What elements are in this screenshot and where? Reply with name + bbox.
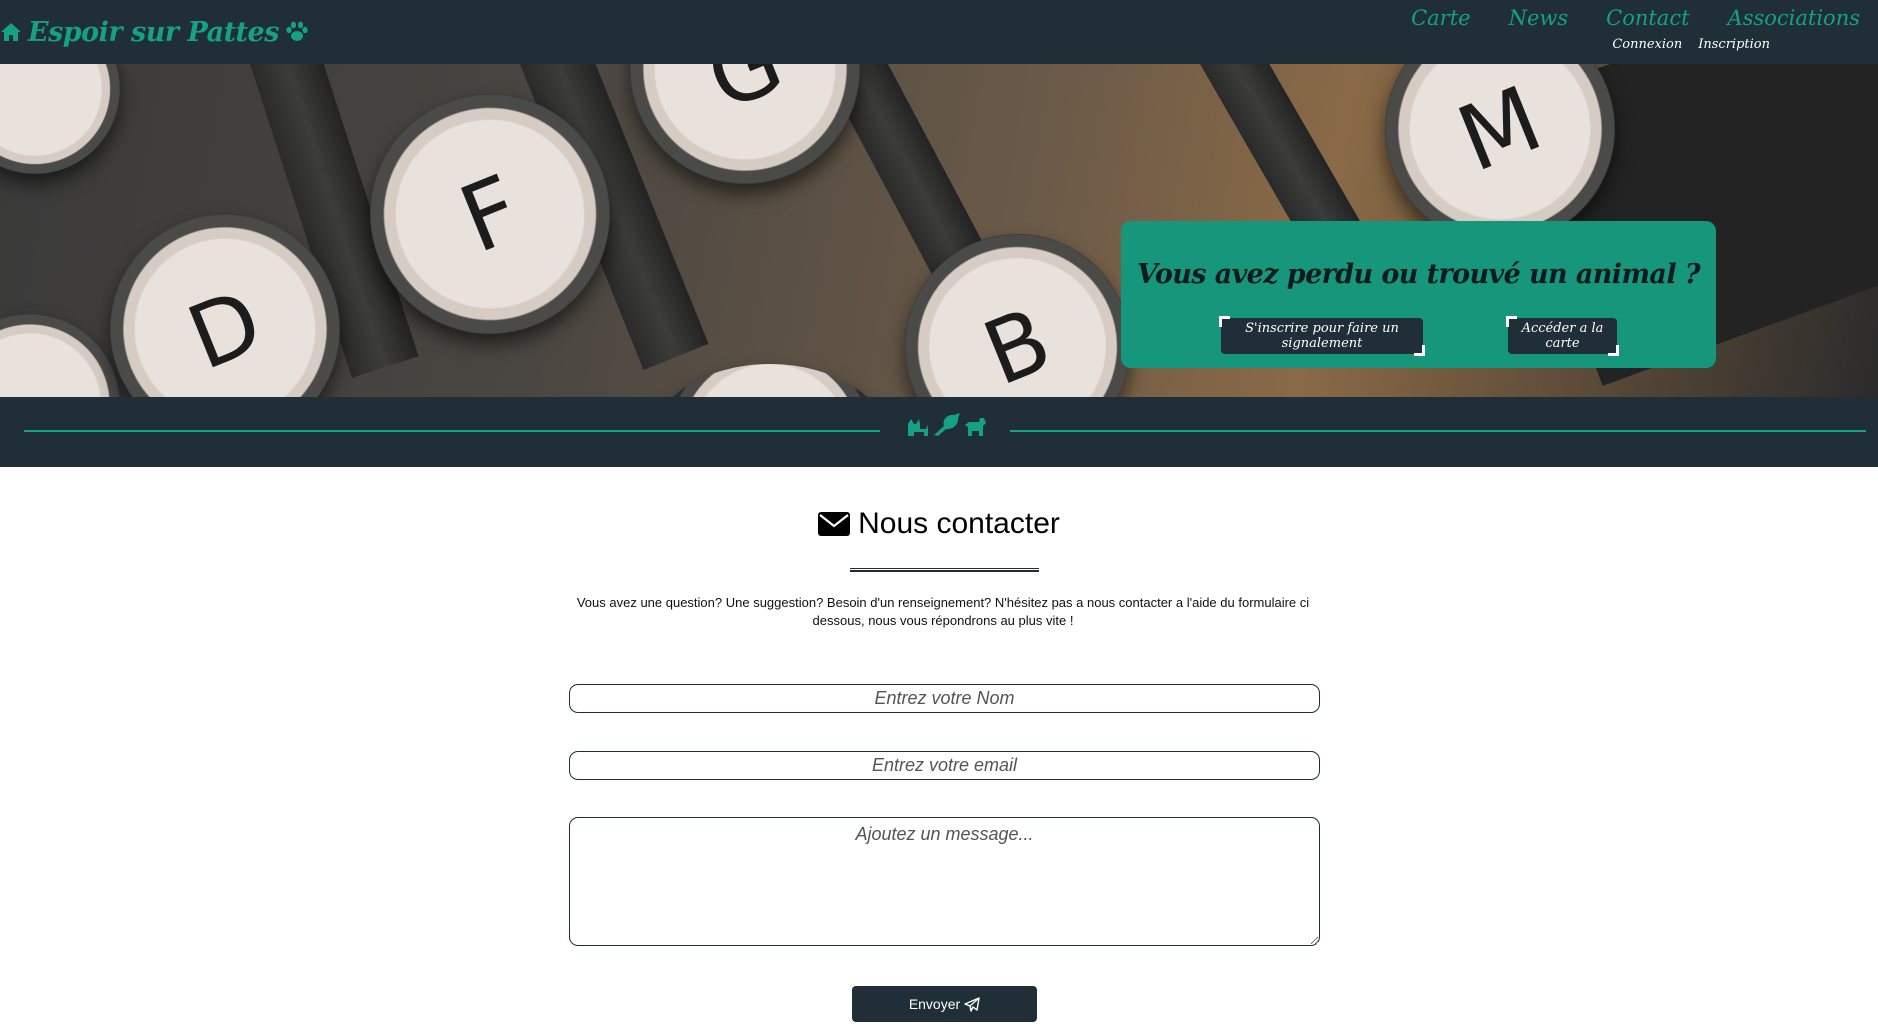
typewriter-key: G <box>630 64 860 184</box>
nav-link-news[interactable]: News <box>1509 6 1569 30</box>
map-access-button[interactable]: Accéder a la carte <box>1506 316 1619 356</box>
brand-link[interactable]: Espoir sur Pattes <box>0 14 309 50</box>
main-nav: Carte News Contact Associations <box>1411 6 1860 30</box>
divider-line-right <box>1010 430 1866 432</box>
contact-section: Nous contacter Vous avez une question? U… <box>0 467 1878 1030</box>
title-underline <box>850 568 1039 572</box>
email-input[interactable] <box>569 751 1320 780</box>
contact-heading: Nous contacter <box>0 507 1878 541</box>
hero-title: Vous avez perdu ou trouvé un animal ? <box>1136 259 1701 290</box>
message-textarea[interactable] <box>569 817 1320 946</box>
typewriter-key: D <box>110 214 340 397</box>
nav-link-contact[interactable]: Contact <box>1606 6 1689 30</box>
envelope-icon <box>818 512 851 536</box>
hero-callout-card: Vous avez perdu ou trouvé un animal ? S'… <box>1121 221 1716 368</box>
hero-banner: G M F D B Vous avez perdu ou trouvé un a… <box>0 64 1878 397</box>
dog-icon <box>965 418 986 436</box>
nav-link-connexion[interactable]: Connexion <box>1612 37 1682 52</box>
nav-link-carte[interactable]: Carte <box>1411 6 1471 30</box>
nav-link-inscription[interactable]: Inscription <box>1698 37 1770 52</box>
name-input[interactable] <box>569 684 1320 713</box>
key-letter: B <box>970 287 1065 397</box>
send-button[interactable]: Envoyer <box>852 986 1037 1022</box>
paw-icon <box>286 21 308 41</box>
brand-name: Espoir sur Pattes <box>28 16 279 48</box>
signup-report-button[interactable]: S'inscrire pour faire un signalement <box>1219 316 1425 356</box>
nav-link-associations[interactable]: Associations <box>1728 6 1860 30</box>
key-letter: G <box>692 64 798 131</box>
animal-icons <box>906 411 988 437</box>
key-letter: F <box>445 154 535 274</box>
divider-line-left <box>24 430 880 432</box>
key-letter: D <box>174 268 276 390</box>
typewriter-key: F <box>370 94 610 334</box>
cat-icon <box>908 419 928 436</box>
key-letter: M <box>1444 65 1556 193</box>
animals-divider <box>0 397 1878 467</box>
bird-icon <box>934 413 960 436</box>
home-icon <box>1 23 21 41</box>
paper-plane-icon <box>964 996 980 1012</box>
send-label: Envoyer <box>908 996 961 1012</box>
top-navbar: Espoir sur Pattes Carte News Contact Ass… <box>0 0 1878 64</box>
contact-title: Nous contacter <box>858 507 1060 540</box>
contact-intro-text: Vous avez une question? Une suggestion? … <box>576 595 1310 628</box>
auth-nav: Connexion Inscription <box>1612 37 1770 52</box>
